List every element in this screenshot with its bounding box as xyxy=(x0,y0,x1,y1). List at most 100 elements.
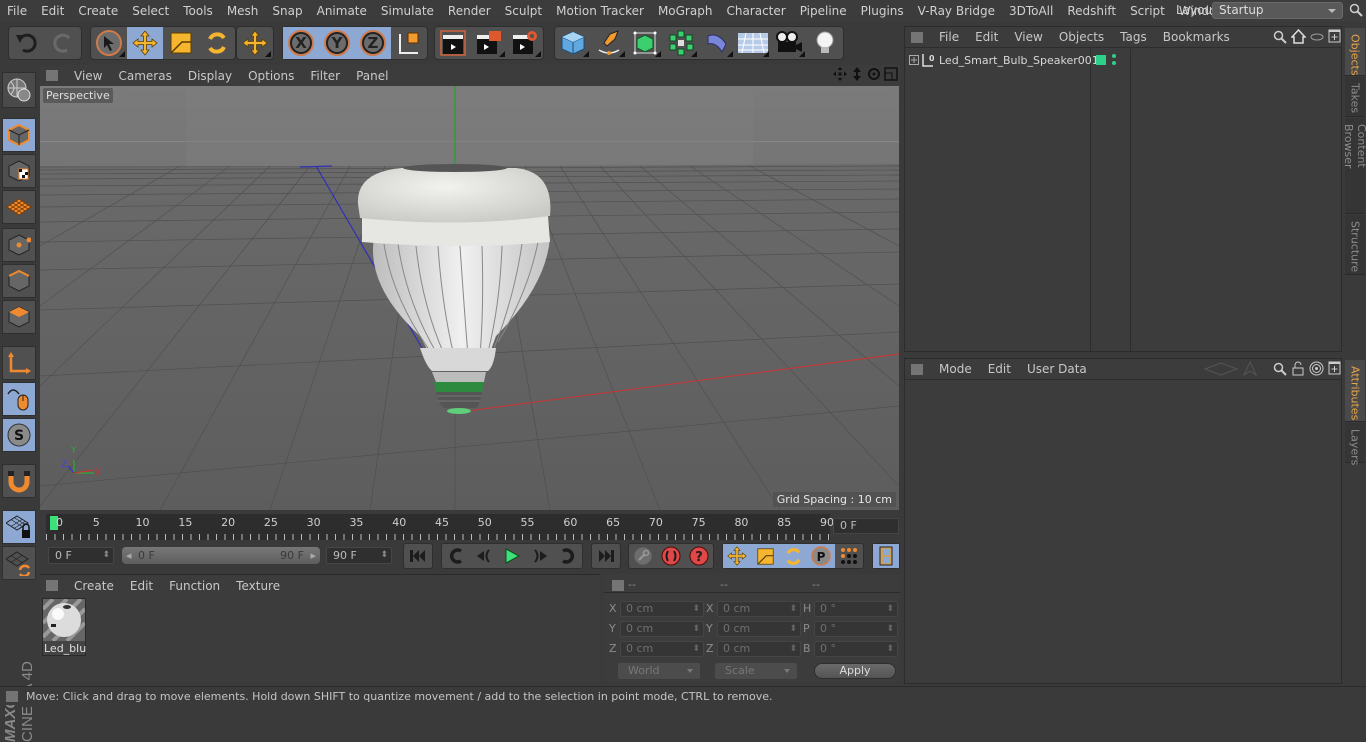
menu-file[interactable]: File xyxy=(0,4,34,18)
viewport-menu-view[interactable]: View xyxy=(66,69,110,83)
menu-mograph[interactable]: MoGraph xyxy=(651,4,720,18)
new-panel-icon[interactable] xyxy=(1328,29,1341,43)
timeline-window-button[interactable] xyxy=(873,544,899,568)
axis-mode-button[interactable] xyxy=(2,346,36,380)
menu-tools[interactable]: Tools xyxy=(176,4,220,18)
filter-icon[interactable] xyxy=(1310,32,1324,42)
key-scale-button[interactable] xyxy=(751,544,779,568)
attribute-menu-mode[interactable]: Mode xyxy=(931,362,980,376)
camera-label[interactable]: Perspective xyxy=(43,88,113,103)
workplane-align-button[interactable] xyxy=(2,546,36,580)
key-parameter-button[interactable]: P xyxy=(807,544,835,568)
menu-plugins[interactable]: Plugins xyxy=(854,4,911,18)
object-row[interactable]: 0 Led_Smart_Bulb_Speaker001 xyxy=(905,51,1341,69)
zoom-view-icon[interactable] xyxy=(850,67,864,81)
tab-structure[interactable]: Structure xyxy=(1345,215,1365,275)
editor-visibility-dot[interactable] xyxy=(1112,54,1116,58)
magnet-button[interactable] xyxy=(2,464,36,498)
object-menu-view[interactable]: View xyxy=(1006,30,1050,44)
3d-viewport[interactable]: Y Z X Perspective Grid Spacing : 10 cm xyxy=(40,86,899,510)
menu-vray-bridge[interactable]: V-Ray Bridge xyxy=(911,4,1002,18)
tab-attributes[interactable]: Attributes xyxy=(1345,360,1365,422)
attribute-menu-user-data[interactable]: User Data xyxy=(1019,362,1095,376)
menu-render[interactable]: Render xyxy=(441,4,498,18)
menu-mesh[interactable]: Mesh xyxy=(220,4,266,18)
pos-z-field[interactable]: 0 cm xyxy=(620,641,704,657)
up-arrow-icon[interactable] xyxy=(1243,361,1257,376)
viewport-menu-filter[interactable]: Filter xyxy=(302,69,348,83)
workplane-mode-button[interactable] xyxy=(2,190,36,224)
workplane-lock-button[interactable] xyxy=(2,510,36,544)
object-menu-bookmarks[interactable]: Bookmarks xyxy=(1155,30,1238,44)
autokey-button[interactable]: ? xyxy=(685,544,713,568)
go-to-start-button[interactable] xyxy=(404,544,432,568)
pos-x-field[interactable]: 0 cm xyxy=(620,601,704,617)
object-menu-file[interactable]: File xyxy=(931,30,967,44)
layer-color-swatch[interactable] xyxy=(1096,55,1106,65)
points-mode-button[interactable] xyxy=(2,228,36,262)
redo-button[interactable] xyxy=(45,27,81,59)
rot-b-field[interactable]: 0 ° xyxy=(814,641,898,657)
go-to-end-button[interactable] xyxy=(592,544,620,568)
menu-sculpt[interactable]: Sculpt xyxy=(498,4,549,18)
add-cube-button[interactable] xyxy=(555,27,591,59)
move-tool-button[interactable] xyxy=(127,27,163,59)
material-menu-edit[interactable]: Edit xyxy=(122,579,161,593)
home-icon[interactable] xyxy=(1291,29,1306,44)
size-y-field[interactable]: 0 cm xyxy=(717,621,801,637)
object-menu-edit[interactable]: Edit xyxy=(967,30,1006,44)
menu-create[interactable]: Create xyxy=(71,4,125,18)
size-x-field[interactable]: 0 cm xyxy=(717,601,801,617)
render-visibility-dot[interactable] xyxy=(1112,61,1116,65)
edges-mode-button[interactable] xyxy=(2,264,36,298)
back-arrow-icon[interactable] xyxy=(1203,362,1239,376)
undo-button[interactable] xyxy=(9,27,45,59)
apply-button[interactable]: Apply xyxy=(814,663,896,679)
floor-button[interactable] xyxy=(735,27,771,59)
live-selection-button[interactable] xyxy=(91,27,127,59)
render-to-picture-viewer-button[interactable] xyxy=(471,27,507,59)
play-button[interactable] xyxy=(498,544,526,568)
menu-pipeline[interactable]: Pipeline xyxy=(793,4,854,18)
record-keys-button[interactable] xyxy=(657,544,685,568)
tweak-mode-button[interactable] xyxy=(2,382,36,416)
coordinate-space-dropdown[interactable]: World xyxy=(618,663,700,679)
recent-tool-button[interactable] xyxy=(237,27,273,59)
texture-mode-button[interactable] xyxy=(2,154,36,188)
coordinate-system-button[interactable] xyxy=(391,27,427,59)
deformer-button[interactable] xyxy=(699,27,735,59)
viewport-menu-panel[interactable]: Panel xyxy=(348,69,396,83)
x-axis-lock-button[interactable]: X xyxy=(283,27,319,59)
tab-objects[interactable]: Objects xyxy=(1345,28,1365,76)
motion-record-button[interactable] xyxy=(629,544,657,568)
z-axis-lock-button[interactable]: Z xyxy=(355,27,391,59)
menu-script[interactable]: Script xyxy=(1123,4,1172,18)
render-view-button[interactable] xyxy=(435,27,471,59)
rot-h-field[interactable]: 0 ° xyxy=(814,601,898,617)
tab-content-browser[interactable]: Content Browser xyxy=(1342,118,1366,214)
menu-select[interactable]: Select xyxy=(125,4,176,18)
slider-left-arrow-icon[interactable]: ◂ xyxy=(126,547,132,564)
menu-redshift[interactable]: Redshift xyxy=(1060,4,1123,18)
panel-grip-icon[interactable] xyxy=(911,363,923,375)
end-frame-field[interactable]: 90 F xyxy=(326,547,392,564)
previous-key-button[interactable] xyxy=(442,544,470,568)
layout-dropdown[interactable]: Startup xyxy=(1212,2,1343,19)
search-icon[interactable] xyxy=(1273,30,1287,44)
rot-p-field[interactable]: 0 ° xyxy=(814,621,898,637)
menu-snap[interactable]: Snap xyxy=(265,4,309,18)
search-icon[interactable] xyxy=(1273,362,1287,376)
attribute-menu-edit[interactable]: Edit xyxy=(980,362,1019,376)
panel-grip-icon[interactable] xyxy=(6,690,18,702)
next-key-button[interactable] xyxy=(554,544,582,568)
viewport-menu-display[interactable]: Display xyxy=(180,69,240,83)
key-pla-button[interactable] xyxy=(835,544,863,568)
viewport-menu-cameras[interactable]: Cameras xyxy=(110,69,179,83)
lock-icon[interactable] xyxy=(1292,361,1304,376)
material-menu-texture[interactable]: Texture xyxy=(228,579,288,593)
menu-edit[interactable]: Edit xyxy=(34,4,71,18)
menu-animate[interactable]: Animate xyxy=(310,4,374,18)
pan-view-icon[interactable] xyxy=(833,67,847,81)
frame-range-slider[interactable]: ◂ 0 F 90 F ▸ xyxy=(122,547,320,564)
spline-pen-button[interactable] xyxy=(591,27,627,59)
